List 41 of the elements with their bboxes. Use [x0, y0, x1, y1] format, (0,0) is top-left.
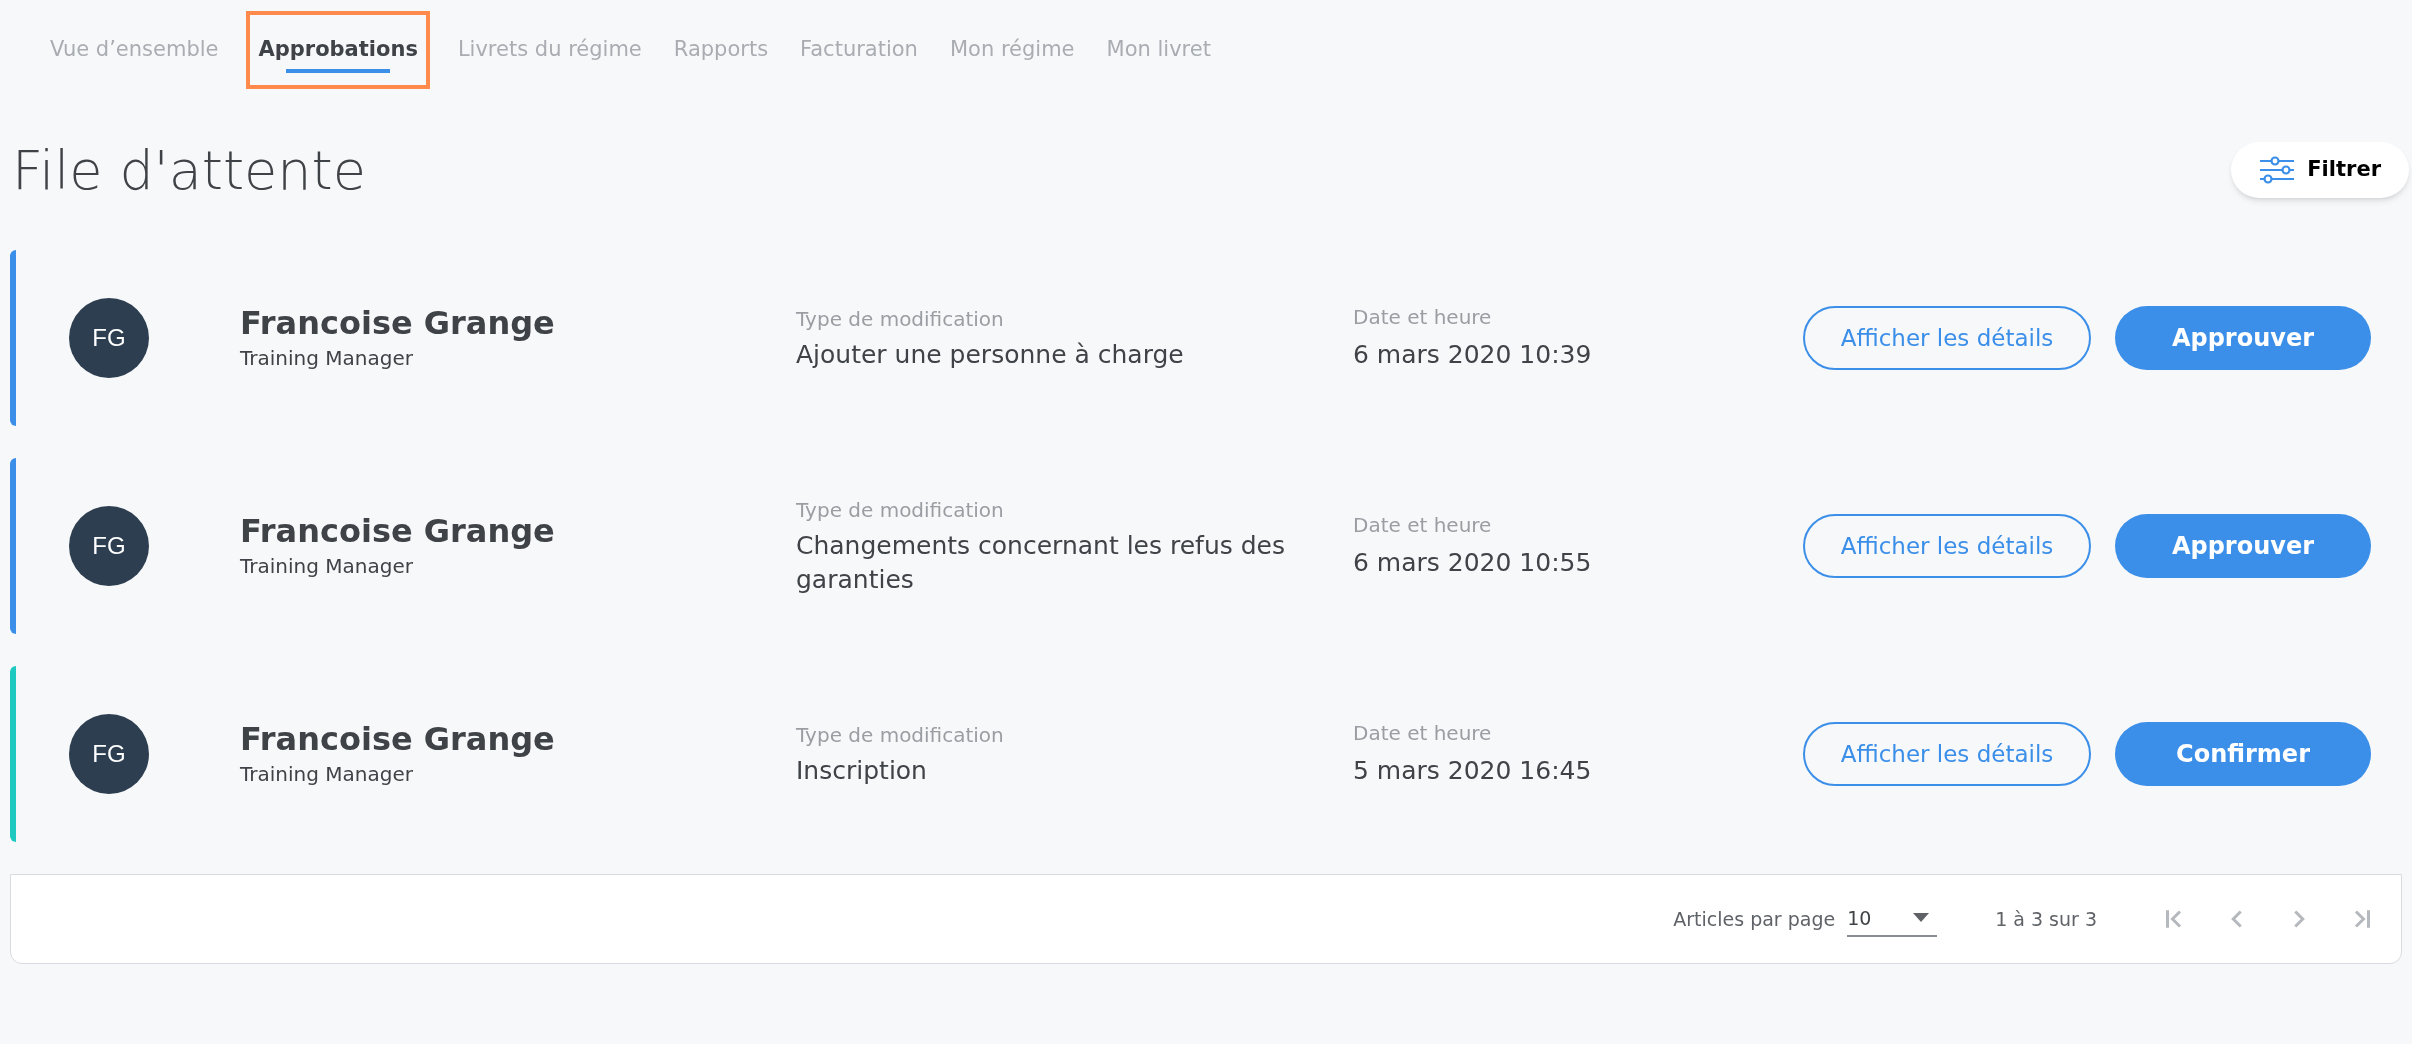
field-label: Date et heure — [1353, 512, 1493, 540]
nav-tab[interactable]: Mon régime — [945, 11, 1079, 89]
per-page-label: Articles par page — [1673, 906, 1836, 932]
modification-type: Inscription — [796, 754, 928, 787]
nav-tab[interactable]: Mon livret — [1102, 11, 1215, 89]
modification-type: Changements concernant les refus des garanties — [796, 529, 1286, 596]
nav-tab[interactable]: Vue d’ensemble — [46, 11, 223, 89]
nav-tab[interactable]: Facturation — [796, 11, 922, 89]
nav-tab[interactable]: Livrets du régime — [453, 11, 646, 89]
date-time: 6 mars 2020 10:55 — [1353, 547, 1593, 580]
approve-button[interactable]: Confirmer — [2115, 722, 2371, 786]
details-button[interactable]: Afficher les détails — [1803, 722, 2091, 786]
field-label: Type de modification — [796, 496, 1005, 524]
person-name: Francoise Grange — [240, 303, 556, 343]
page-title: File d'attente — [12, 137, 366, 204]
sliders-icon — [2259, 156, 2296, 184]
person-role: Training Manager — [240, 761, 414, 788]
nav-tab[interactable]: Rapports — [669, 11, 773, 89]
details-button[interactable]: Afficher les détails — [1803, 514, 2091, 578]
avatar: FG — [69, 714, 149, 794]
field-label: Date et heure — [1353, 304, 1493, 332]
person-role: Training Manager — [240, 553, 414, 580]
person-name: Francoise Grange — [240, 719, 556, 759]
avatar: FG — [69, 298, 149, 378]
modification-type: Ajouter une personne à charge — [796, 338, 1185, 371]
approve-button[interactable]: Approuver — [2115, 306, 2371, 370]
per-page-select[interactable]: 10 — [1847, 901, 1938, 937]
page-range: 1 à 3 sur 3 — [1995, 906, 2097, 932]
filter-button[interactable]: Filtrer — [2231, 142, 2409, 198]
date-time: 6 mars 2020 10:39 — [1353, 339, 1593, 372]
nav-tab[interactable]: Approbations — [246, 11, 430, 89]
field-label: Date et heure — [1353, 720, 1493, 748]
date-time: 5 mars 2020 16:45 — [1353, 755, 1593, 788]
avatar: FG — [69, 506, 149, 586]
person-role: Training Manager — [240, 345, 414, 372]
details-button[interactable]: Afficher les détails — [1803, 306, 2091, 370]
approve-button[interactable]: Approuver — [2115, 514, 2371, 578]
caret-icon — [1913, 913, 1930, 923]
field-label: Type de modification — [796, 721, 1005, 749]
field-label: Type de modification — [796, 305, 1005, 333]
person-name: Francoise Grange — [240, 511, 556, 551]
